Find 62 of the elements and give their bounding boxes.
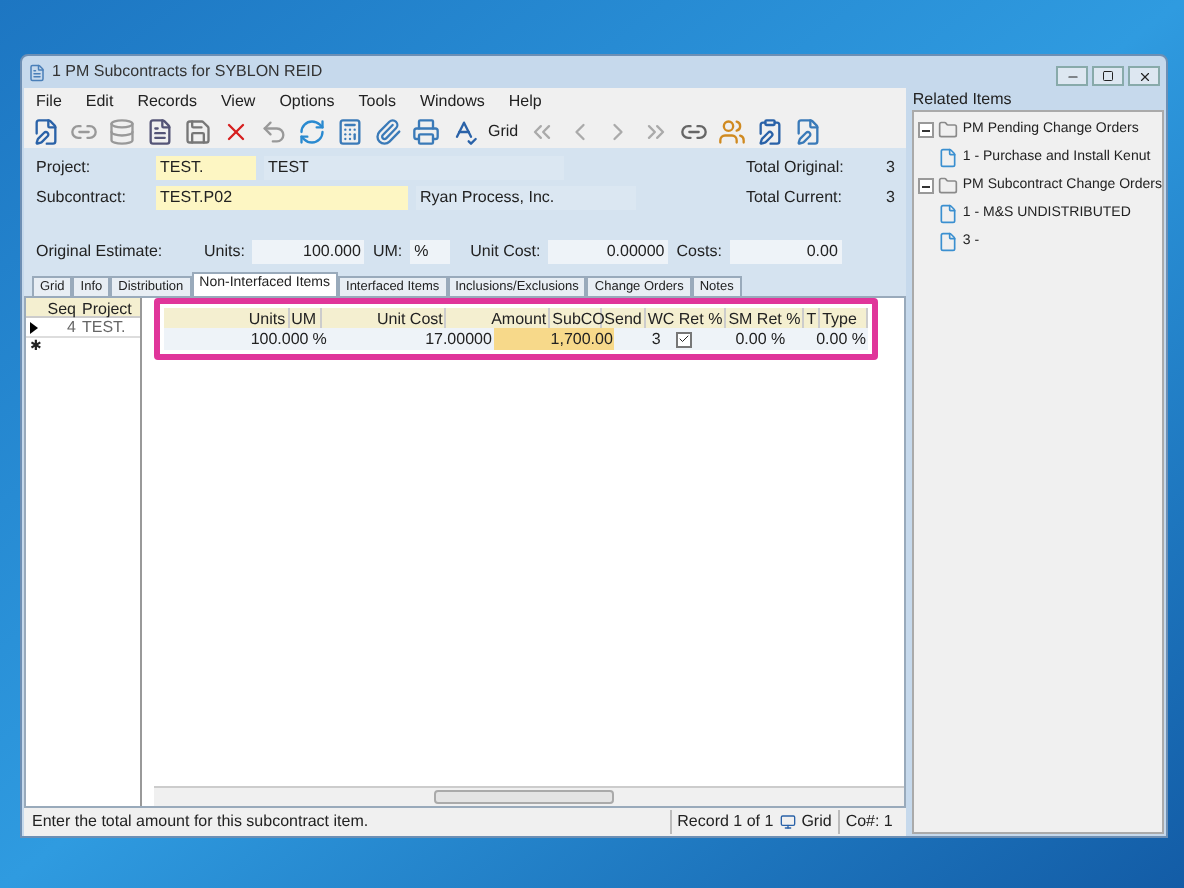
field-label: Total Original:: [745, 156, 846, 180]
company-number: Co#: 1: [843, 810, 895, 834]
panel-title: Related Items: [912, 88, 1014, 110]
column-header: Project: [80, 298, 132, 316]
menu-item[interactable]: Options: [279, 89, 335, 113]
um-field: %: [410, 240, 451, 264]
expander-icon[interactable]: [918, 178, 935, 194]
field-label: Project:: [36, 156, 93, 180]
close-icon: [1137, 69, 1151, 83]
table-cell-text: 4: [67, 317, 78, 339]
table-cell-text: 17.00000: [423, 327, 494, 351]
field-label: Total Current:: [745, 186, 844, 210]
folder-icon: [938, 120, 959, 140]
window-title: 1 PM Subcontracts for SYBLON REID: [52, 60, 325, 84]
vendor-field: Ryan Process, Inc.: [416, 186, 636, 210]
table-cell-text: TEST.: [80, 317, 126, 339]
table-cell-text: 0.00 %: [814, 328, 868, 351]
field-label: Subcontract:: [36, 186, 128, 210]
costs-field: 0.00: [729, 240, 842, 264]
document-icon: [938, 148, 959, 168]
menu-item[interactable]: View: [220, 89, 256, 113]
field-label: Unit Cost:: [470, 240, 541, 264]
project-name-field: TEST: [264, 156, 564, 180]
document-icon: [938, 204, 959, 224]
record-count: Record 1 of 1: [669, 810, 780, 834]
menu-item[interactable]: File: [36, 89, 62, 113]
app-icon: [28, 63, 46, 81]
table-cell[interactable]: 1,700.00: [493, 328, 615, 350]
table-cell-text: 100.000: [248, 327, 311, 351]
unit-cost-field: 0.00000: [548, 240, 669, 264]
maximize-button[interactable]: [1092, 66, 1124, 86]
checkbox[interactable]: [676, 331, 693, 347]
total-value: 3: [885, 186, 895, 210]
column-header: Seq: [45, 298, 78, 316]
monitor-icon: [779, 814, 796, 830]
document-icon: [938, 232, 959, 252]
field-label: Original Estimate:: [36, 240, 165, 264]
horizontal-scrollbar[interactable]: [434, 790, 614, 804]
menu-item[interactable]: Windows: [419, 89, 485, 113]
table-cell-text: 3: [649, 327, 663, 351]
expander-icon[interactable]: [918, 122, 935, 138]
menu-item[interactable]: Edit: [85, 89, 114, 113]
table-cell-text: 0.00 %: [733, 327, 788, 351]
field-label: Units:: [204, 240, 245, 264]
table-cell-text: %: [310, 327, 329, 351]
menu-item[interactable]: Help: [508, 89, 542, 113]
paperclip-icon[interactable]: [370, 113, 406, 149]
field-label: UM:: [372, 240, 403, 264]
printer-icon[interactable]: [408, 113, 444, 149]
view-mode: Grid: [795, 810, 840, 834]
field-label: Costs:: [676, 240, 722, 264]
grid-view-button[interactable]: Grid: [484, 119, 523, 143]
maximize-icon: [1102, 70, 1114, 82]
units-field: 100.000: [252, 240, 365, 264]
folder-icon: [938, 176, 959, 196]
menu-item[interactable]: Tools: [358, 89, 396, 113]
close-button[interactable]: [1128, 66, 1160, 86]
subcontract-code-field[interactable]: TEST.P02: [156, 186, 408, 210]
project-code-field[interactable]: TEST.: [156, 156, 256, 180]
total-value: 3: [885, 156, 895, 180]
menu-item[interactable]: Records: [137, 89, 197, 113]
status-message: Enter the total amount for this subcontract item.: [32, 810, 371, 834]
